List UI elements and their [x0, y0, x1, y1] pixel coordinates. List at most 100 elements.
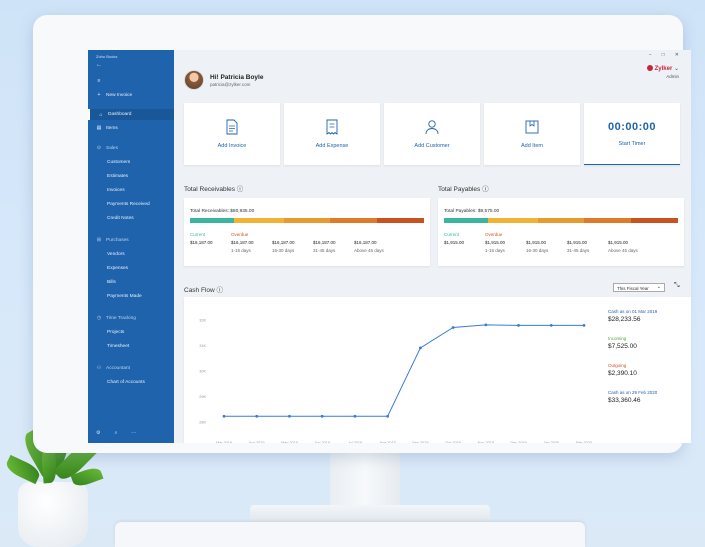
list-item: Current $1,915.00: [444, 232, 465, 245]
outgoing-label: Outgoing: [608, 363, 627, 368]
avatar[interactable]: [184, 70, 204, 90]
sidebar-item-payments-made[interactable]: Payments Made: [107, 294, 142, 299]
add-customer-card[interactable]: Add Customer: [384, 103, 480, 165]
sidebar-item-items[interactable]: ▤ Items: [96, 125, 118, 131]
x-tick-label: Jan 2020: [543, 441, 559, 443]
cashflow-title: Cash Flow ⓘ: [184, 287, 224, 294]
sidebar-item-estimates[interactable]: Estimates: [107, 174, 128, 179]
main-content: − □ ✕ Hi! Patricia Boyle patricia@zylker…: [174, 50, 691, 443]
data-point[interactable]: [222, 414, 226, 418]
info-icon[interactable]: ⓘ: [237, 186, 244, 193]
sidebar-section-sales[interactable]: ⊙ Sales: [96, 145, 118, 151]
data-point[interactable]: [484, 323, 488, 327]
back-arrow-icon[interactable]: ←: [96, 62, 102, 68]
x-tick-label: Dec 2019: [510, 441, 526, 443]
items-icon: ▤: [96, 125, 102, 131]
payables-panel: Total Payables: $9,575.00 Current $1,915.…: [438, 198, 684, 266]
x-tick-label: Aug 2019: [380, 441, 396, 443]
payables-total: Total Payables: $9,575.00: [444, 209, 500, 214]
greeting-text: Hi! Patricia Boyle: [210, 73, 264, 81]
y-tick-label: 28K: [199, 421, 206, 425]
receipt-icon: [326, 119, 338, 135]
sidebar-item-new-invoice[interactable]: + New Invoice: [96, 92, 133, 98]
box-icon: [525, 120, 539, 134]
sidebar: Zoho Books ← ≡ + New Invoice ⌂ Dashboard ▤…: [88, 50, 174, 443]
sidebar-item-invoices[interactable]: Invoices: [107, 188, 125, 193]
sidebar-item-projects[interactable]: Projects: [107, 330, 124, 335]
opening-cash-value: $28,233.56: [608, 316, 641, 323]
closing-cash-value: $33,360.46: [608, 397, 641, 404]
minimize-icon[interactable]: −: [649, 52, 652, 58]
timer-display: 00:00:00: [607, 120, 657, 133]
purchases-icon: ⊞: [96, 237, 102, 243]
sidebar-item-credit-notes[interactable]: Credit Notes: [107, 216, 134, 221]
receivables-title: Total Receivables ⓘ: [184, 186, 244, 193]
sidebar-item-expenses[interactable]: Expenses: [107, 266, 128, 271]
sidebar-item-bills[interactable]: Bills: [107, 280, 116, 285]
maximize-icon[interactable]: □: [662, 52, 665, 58]
sidebar-item-dashboard[interactable]: ⌂ Dashboard: [88, 109, 174, 120]
more-icon[interactable]: ···: [131, 430, 136, 436]
app-screen: Zoho Books ← ≡ + New Invoice ⌂ Dashboard ▤…: [88, 50, 691, 443]
data-point[interactable]: [386, 414, 390, 418]
payables-columns: Current $1,915.00 Overdue $1,915.00 1-15 da…: [444, 232, 649, 253]
info-icon[interactable]: ⓘ: [482, 186, 489, 193]
data-point[interactable]: [320, 414, 324, 418]
list-item: Current $16,187.00: [190, 232, 213, 245]
data-point[interactable]: [288, 414, 291, 418]
user-email: patricia@zylker.com: [210, 81, 251, 87]
cashflow-chart: 28K 29K 30K 31K 32K Mar 2019 Apr 2019 May 2019 J…: [199, 318, 592, 443]
data-point[interactable]: [582, 324, 586, 327]
receivables-panel: Total Receivables: $80,935.00 Current $16…: [184, 198, 430, 266]
data-point[interactable]: [517, 324, 520, 327]
person-icon: [425, 120, 439, 135]
incoming-label: Incoming: [608, 336, 627, 341]
menu-icon[interactable]: ≡: [96, 78, 102, 84]
sidebar-item-payments-received[interactable]: Payments Received: [107, 202, 150, 207]
search-icon[interactable]: ⌕: [114, 430, 117, 436]
org-switcher[interactable]: Zylker ⌄ Admin: [646, 65, 679, 79]
home-icon: ⌂: [99, 111, 103, 118]
list-item: $16,187.00 16-30 days: [272, 240, 295, 253]
period-select[interactable]: This Fiscal Year: [613, 283, 665, 292]
sidebar-section-accountant[interactable]: ⚇ Accountant: [96, 365, 130, 371]
add-item-card[interactable]: Add Item: [484, 103, 580, 165]
add-expense-card[interactable]: Add Expense: [284, 103, 380, 165]
list-item: $16,187.00 Above 45 days: [354, 240, 384, 253]
list-item: $16,187.00 31-45 days: [313, 240, 336, 253]
data-point[interactable]: [418, 346, 422, 350]
plus-icon: +: [97, 92, 101, 98]
x-tick-label: Sep 2019: [412, 441, 428, 443]
monitor: Zoho Books ← ≡ + New Invoice ⌂ Dashboard ▤…: [33, 15, 691, 453]
info-icon[interactable]: ⓘ: [217, 287, 224, 294]
payables-bar: [444, 218, 678, 223]
y-tick-label: 30K: [199, 370, 206, 374]
x-tick-label: Jul 2019: [348, 441, 362, 443]
sidebar-section-purchases[interactable]: ⊞ Purchases: [96, 237, 129, 243]
x-tick-label: Apr 2019: [249, 441, 264, 443]
x-tick-label: Mar 2019: [216, 441, 232, 443]
data-point[interactable]: [255, 414, 259, 418]
sidebar-section-time-tracking[interactable]: ◷ Time Tracking: [96, 315, 136, 321]
sidebar-item-timesheet[interactable]: Timesheet: [107, 344, 129, 349]
sidebar-item-chart-of-accounts[interactable]: Chart of Accounts: [107, 380, 145, 385]
sidebar-item-vendors[interactable]: Vendors: [107, 252, 125, 257]
cashflow-summary: Cash as on 01 Mar 2019 $28,233.56 Incomi…: [608, 309, 657, 417]
list-item: Overdue $1,915.00 1-15 days: [485, 232, 506, 253]
opening-cash-label: Cash as on 01 Mar 2019: [608, 309, 658, 314]
sidebar-item-customers[interactable]: Customers: [107, 160, 130, 165]
settings-icon[interactable]: ⚙: [96, 430, 100, 436]
close-icon[interactable]: ✕: [675, 52, 679, 58]
add-invoice-card[interactable]: Add Invoice: [184, 103, 280, 165]
data-point[interactable]: [549, 324, 553, 327]
sidebar-footer: ⚙ ⌕ ···: [96, 430, 136, 436]
list-item: $1,915.00 31-45 days: [567, 240, 590, 253]
invoice-icon: [226, 119, 238, 135]
data-point[interactable]: [353, 414, 357, 418]
closing-cash-label: Cash as on 29 Feb 2020: [608, 390, 658, 395]
y-tick-label: 32K: [199, 318, 206, 322]
data-point[interactable]: [451, 326, 455, 329]
expand-icon[interactable]: ⤡: [674, 282, 680, 290]
start-timer-card[interactable]: 00:00:00 Start Timer: [584, 103, 680, 165]
receivables-total: Total Receivables: $80,935.00: [190, 209, 255, 214]
